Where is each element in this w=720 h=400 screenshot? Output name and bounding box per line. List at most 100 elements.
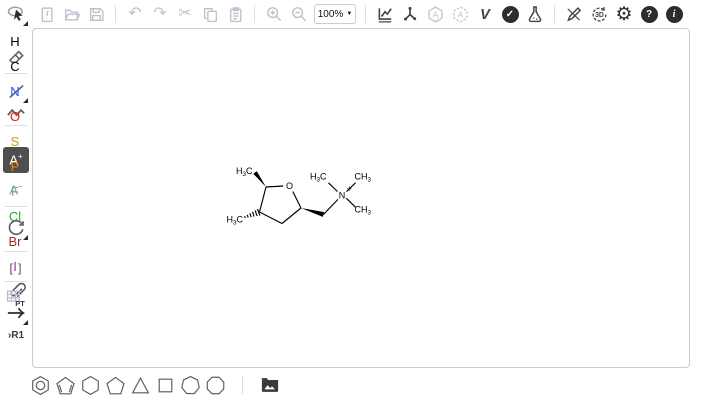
template-cyclopropane-button[interactable] <box>128 372 152 398</box>
template-cyclopentane-button[interactable] <box>103 372 127 398</box>
cyclobutane-icon <box>155 375 176 396</box>
separator <box>254 5 255 23</box>
zoom-out-icon <box>290 5 308 23</box>
separator <box>5 251 27 252</box>
3d-viewer-icon: 3D <box>590 5 609 24</box>
clean-up-icon <box>401 5 419 23</box>
cut-icon: ✂ <box>178 6 191 22</box>
atom-button-h[interactable]: H <box>4 31 26 51</box>
cyclooctane-icon <box>205 375 226 396</box>
info-icon: i <box>666 6 683 23</box>
bond-c2-c3[interactable] <box>282 208 301 224</box>
paste-icon <box>227 6 244 23</box>
check-structure-button[interactable]: ✓ <box>498 2 522 26</box>
atom-button-o[interactable]: O <box>4 106 26 126</box>
save-icon <box>88 6 105 23</box>
atom-button-cl[interactable]: Cl <box>4 206 26 226</box>
atom-button-f[interactable]: F <box>4 181 26 201</box>
molecule-drawing[interactable]: O N + H3C H3C H3C CH3 CH3 <box>33 29 691 369</box>
template-cyclohexane-button[interactable] <box>78 372 102 398</box>
zoom-in-icon <box>265 5 283 23</box>
atom-label-ch3-n-topleft[interactable]: H3C <box>310 172 327 184</box>
help-button[interactable]: ? <box>637 2 661 26</box>
bond-n-ch3-tl[interactable] <box>329 183 338 192</box>
atom-button-c[interactable]: C <box>4 56 26 76</box>
separator <box>4 281 26 282</box>
gear-icon: ⚙ <box>615 5 632 24</box>
rgroup-label-tool[interactable]: ›R1 <box>3 326 29 344</box>
dearomatize-button[interactable]: A <box>448 2 472 26</box>
svg-text:PT: PT <box>15 299 25 308</box>
atom-label-ch3-ring-bottom[interactable]: H3C <box>226 215 243 227</box>
undo-icon: ↶ <box>128 6 141 22</box>
3d-viewer-button[interactable]: 3D <box>587 2 611 26</box>
settings-button[interactable]: ⚙ <box>612 2 636 26</box>
open-icon <box>63 6 80 23</box>
atom-button-i[interactable]: I <box>4 256 26 276</box>
atom-button-p[interactable]: P <box>4 156 26 176</box>
template-library-icon <box>260 375 280 395</box>
undo-button[interactable]: ↶ <box>123 2 147 26</box>
new-document-button[interactable] <box>34 2 58 26</box>
flask-icon <box>526 5 544 23</box>
svg-text:3D: 3D <box>595 12 604 19</box>
bond-o-c2[interactable] <box>293 192 301 209</box>
cyclohexane-icon <box>80 375 101 396</box>
periodic-table-icon: PT <box>5 288 25 308</box>
periodic-table-button[interactable]: PT <box>4 287 26 309</box>
cyclopropane-icon <box>130 375 151 396</box>
template-toolbar <box>0 370 720 400</box>
save-button[interactable] <box>84 2 108 26</box>
zoom-out-button[interactable] <box>287 2 311 26</box>
atom-button-s[interactable]: S <box>4 131 26 151</box>
copy-button[interactable] <box>198 2 222 26</box>
aromatize-button[interactable]: A <box>423 2 447 26</box>
lasso-selection-tool[interactable] <box>3 1 29 27</box>
chevron-down-icon: ▼ <box>346 11 352 17</box>
zoom-in-button[interactable] <box>262 2 286 26</box>
atom-label-n[interactable]: N <box>339 190 346 200</box>
stereo-cip-button[interactable]: V <box>473 2 497 26</box>
bond-c3-c4[interactable] <box>260 212 283 224</box>
separator <box>365 5 366 23</box>
calculated-values-button[interactable] <box>523 2 547 26</box>
template-cyclooctane-button[interactable] <box>203 372 227 398</box>
about-button[interactable]: i <box>662 2 686 26</box>
drawing-canvas[interactable]: O N + H3C H3C H3C CH3 CH3 <box>32 28 690 368</box>
clean-up-button[interactable] <box>398 2 422 26</box>
svg-text:A: A <box>432 9 438 19</box>
atom-label-ch3-n-bottomright[interactable]: CH3 <box>355 205 372 217</box>
atom-button-n[interactable]: N <box>4 81 26 101</box>
wedge-bond-right-icon[interactable] <box>301 208 324 217</box>
rgroup-icon: ›R1 <box>8 330 24 341</box>
bond-c5-o[interactable] <box>266 186 283 187</box>
template-library-button[interactable] <box>258 372 282 398</box>
separator <box>115 5 116 23</box>
template-cycloheptane-button[interactable] <box>178 372 202 398</box>
paste-button[interactable] <box>223 2 247 26</box>
wedge-bond-up-icon[interactable] <box>253 171 266 187</box>
atom-button-br[interactable]: Br <box>4 231 26 251</box>
template-benzene-button[interactable] <box>28 372 52 398</box>
bond-ch2-n[interactable] <box>324 199 338 214</box>
cycloheptane-icon <box>180 375 201 396</box>
zoom-level-dropdown[interactable]: 100% ▼ <box>314 4 356 24</box>
atom-label-o[interactable]: O <box>286 181 293 191</box>
atom-label-ch3-n-topright[interactable]: CH3 <box>355 172 372 184</box>
open-button[interactable] <box>59 2 83 26</box>
cut-button[interactable]: ✂ <box>173 2 197 26</box>
template-cyclopentadiene-button[interactable] <box>53 372 77 398</box>
editing-pen-button[interactable] <box>562 2 586 26</box>
aromatize-icon: A <box>426 5 445 24</box>
atom-label-ch3-ring-top[interactable]: H3C <box>236 166 253 178</box>
atom-label-n-charge: + <box>347 184 352 194</box>
hash-bond-icon[interactable] <box>245 209 260 218</box>
template-cyclobutane-button[interactable] <box>153 372 177 398</box>
dearomatize-icon: A <box>451 5 470 24</box>
svg-text:V: V <box>480 7 491 23</box>
bond-c4-c5[interactable] <box>260 187 267 212</box>
pen-slash-icon <box>565 5 583 23</box>
layout-button[interactable] <box>373 2 397 26</box>
redo-button[interactable]: ↷ <box>148 2 172 26</box>
help-icon: ? <box>641 6 658 23</box>
